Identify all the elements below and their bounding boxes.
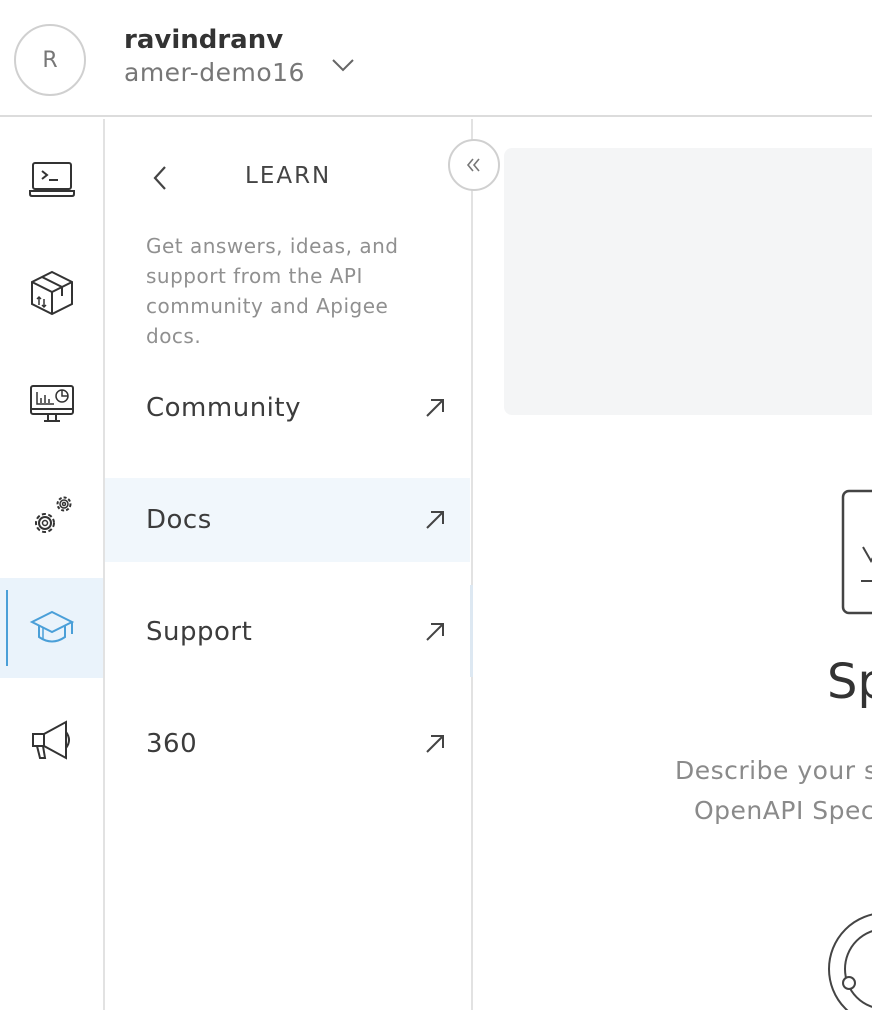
package-box-icon [30, 270, 73, 316]
megaphone-icon [31, 720, 70, 760]
nav-rail [0, 119, 105, 1010]
link-docs[interactable]: Docs [105, 478, 470, 562]
external-link-icon [426, 735, 444, 753]
banner-placeholder [504, 148, 872, 415]
spec-document-icon [841, 489, 872, 615]
main-description: Describe your s OpenAPI Spec [675, 751, 872, 831]
external-link-icon [426, 623, 444, 641]
collapse-panel-button[interactable] [448, 139, 500, 191]
link-label: 360 [146, 729, 198, 759]
radar-icon [828, 913, 872, 1010]
chevron-down-icon[interactable] [330, 54, 356, 76]
link-community[interactable]: Community [105, 366, 470, 450]
main-description-line1: Describe your s [675, 756, 872, 785]
external-link-icon [426, 511, 444, 529]
link-label: Support [146, 617, 253, 647]
double-chevron-left-icon [466, 158, 480, 172]
terminal-laptop-icon [28, 162, 75, 197]
nav-announcements[interactable] [0, 690, 103, 790]
nav-publish[interactable] [0, 242, 103, 342]
org-name: amer-demo16 [124, 58, 305, 87]
panel-title: LEARN [245, 163, 332, 189]
main-description-line2: OpenAPI Spec [694, 796, 872, 825]
link-label: Docs [146, 505, 212, 535]
external-link-icon [426, 399, 444, 417]
avatar-initial: R [42, 47, 58, 73]
avatar[interactable]: R [14, 24, 86, 96]
top-header: R ravindranv amer-demo16 [0, 0, 872, 117]
settings-gears-icon [34, 496, 71, 533]
panel-scrollbar[interactable] [470, 585, 473, 677]
link-support[interactable]: Support [105, 590, 470, 674]
nav-admin[interactable] [0, 466, 103, 566]
panel-description: Get answers, ideas, and support from the… [146, 234, 399, 348]
user-name: ravindranv [124, 25, 284, 55]
analytics-monitor-icon [29, 385, 74, 422]
nav-learn[interactable] [0, 578, 103, 678]
main-content: Sp Describe your s OpenAPI Spec [475, 119, 872, 1010]
chevron-left-icon[interactable] [145, 163, 175, 193]
nav-analyze[interactable] [0, 354, 103, 454]
learn-panel: LEARN Get answers, ideas, and support fr… [105, 119, 473, 1010]
graduation-cap-icon [29, 610, 74, 643]
nav-develop[interactable] [0, 129, 103, 229]
link-360[interactable]: 360 [105, 702, 470, 786]
main-heading: Sp [827, 654, 872, 710]
link-label: Community [146, 393, 301, 423]
